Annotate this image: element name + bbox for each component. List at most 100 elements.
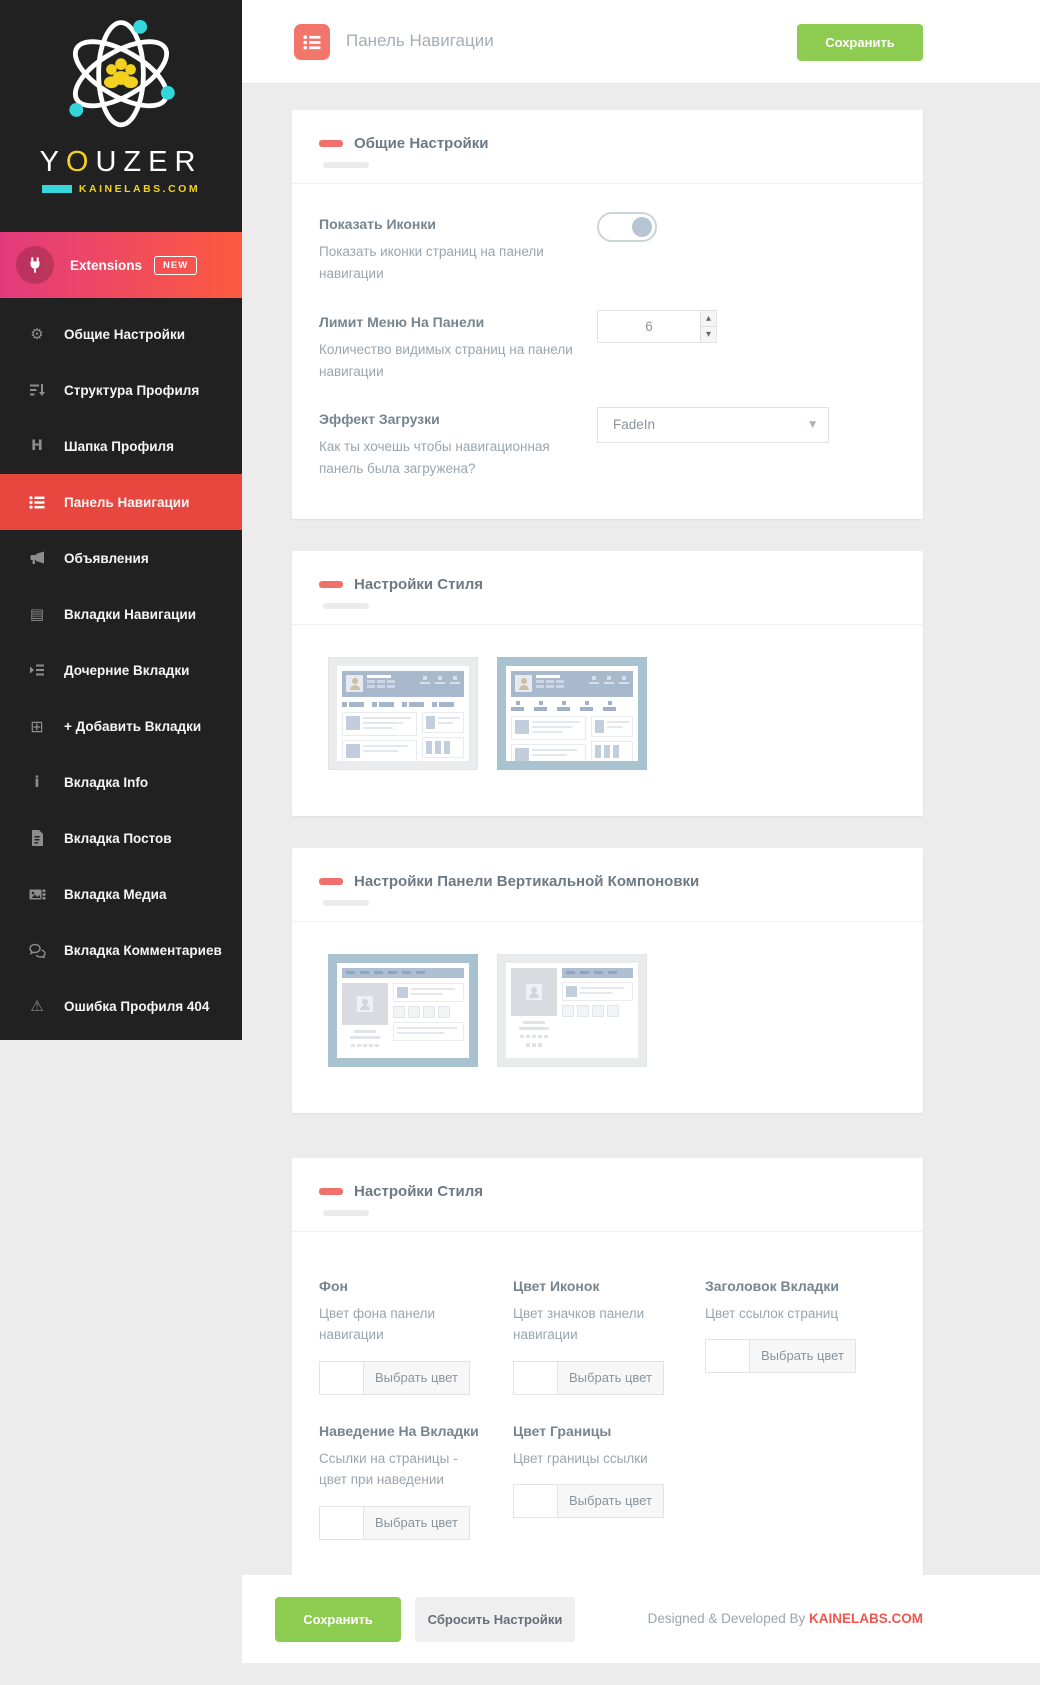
settings-content: Общие Настройки Показать Иконки Показать… [292,110,923,1592]
stepper-up-icon[interactable]: ▲ [701,311,716,327]
plug-icon [16,246,54,284]
setting-row-show-icons: Показать Иконки Показать иконки страниц … [319,188,896,286]
sidebar-item-posts-tab[interactable]: Вкладка Постов [0,810,242,866]
field-description: Как ты хочешь чтобы навигационная панель… [319,439,550,477]
sidebar-item-add-tabs[interactable]: ⊞ + Добавить Вкладки [0,698,242,754]
color-setting-tab-title: Заголовок Вкладки Цвет ссылок страниц Вы… [705,1254,896,1399]
color-setting-border: Цвет Границы Цвет границы ссылки Выбрать… [513,1399,678,1544]
section-underline [323,162,369,168]
sidebar-item-extensions[interactable]: Extensions NEW [0,232,242,298]
color-swatch[interactable] [320,1506,364,1539]
brand-name: YOUZER [39,146,203,178]
chevron-down-icon: ▼ [809,420,816,431]
background-color-picker[interactable]: Выбрать цвет [319,1360,470,1395]
sidebar-nav: ⚙ Общие Настройки Структура Профиля H Ша… [0,298,242,1034]
vertical-layout-option-top-nav-selected[interactable] [328,953,478,1067]
list-alt-icon: ▤ [29,605,45,623]
list-icon [26,495,48,510]
section-underline [323,1209,369,1216]
header-h-icon: H [31,438,43,454]
info-icon: i [34,773,40,791]
credit-line: Designed & Developed By KAINELABS.COM [647,1611,923,1626]
color-swatch[interactable] [514,1485,558,1518]
sidebar-item-404-error[interactable]: ⚠ Ошибка Профиля 404 [0,978,242,1034]
sidebar-item-general-settings[interactable]: ⚙ Общие Настройки [0,306,242,362]
color-swatch[interactable] [320,1361,364,1394]
save-button-bottom[interactable]: Сохранить [275,1597,401,1642]
youzer-logo: YOUZER KAINELABS.COM [0,0,242,232]
color-setting-icons: Цвет Иконок Цвет значков панели навигаци… [513,1254,678,1399]
page-list-icon [294,24,330,60]
brand-underline [41,185,72,193]
stepper-down-icon[interactable]: ▼ [701,327,716,342]
menu-limit-input[interactable]: 6 ▲ ▼ [597,309,717,343]
setting-row-loading-effect: Эффект Загрузки Как ты хочешь чтобы нави… [319,383,896,481]
loading-effect-select[interactable]: FadeIn ▼ [597,407,829,444]
sidebar-item-comments-tab[interactable]: Вкладка Комментариев [0,922,242,978]
toggle-knob [632,217,652,237]
layout-preview [337,962,469,1058]
border-color-picker[interactable]: Выбрать цвет [513,1484,664,1519]
sidebar-item-child-tabs[interactable]: Дочерние Вкладки [0,642,242,698]
megaphone-icon [26,550,48,566]
layout-option-stacked-nav-selected[interactable] [497,656,647,770]
sort-icon [26,382,48,398]
tab-title-color-picker[interactable]: Выбрать цвет [705,1339,856,1374]
tab-hover-color-picker[interactable]: Выбрать цвет [319,1505,470,1540]
color-setting-background: Фон Цвет фона панели навигации Выбрать ц… [319,1254,486,1399]
page-title: Панель Навигации [346,31,494,50]
sidebar-item-info-tab[interactable]: i Вкладка Info [0,754,242,810]
comments-icon [26,943,48,958]
section-title: Настройки Стиля [354,1182,483,1200]
layout-preview [506,962,638,1058]
reset-settings-button[interactable]: Сбросить Настройки [415,1597,575,1642]
style-colors-card: Настройки Стиля Фон Цвет фона панели нав… [292,1157,923,1592]
general-settings-card: Общие Настройки Показать Иконки Показать… [292,110,923,519]
sidebar-item-announcements[interactable]: Объявления [0,530,242,586]
show-icons-toggle[interactable] [597,212,657,242]
section-dash-icon [319,877,343,885]
new-badge: NEW [154,255,198,275]
section-dash-icon [319,580,343,588]
field-description: Количество видимых страниц на панели нав… [319,341,573,379]
section-dash-icon [319,1187,343,1195]
section-underline [323,899,369,906]
indent-list-icon [26,662,48,678]
section-title: Настройки Стиля [354,575,483,593]
sidebar-item-media-tab[interactable]: Вкладка Медиа [0,866,242,922]
brand-subtitle: KAINELABS.COM [78,183,201,195]
section-title: Настройки Панели Вертикальной Компоновки [354,872,700,890]
gears-icon: ⚙ [30,325,44,343]
section-dash-icon [319,140,343,147]
vertical-layout-option-side-nav[interactable] [497,953,647,1067]
sidebar: YOUZER KAINELABS.COM Extensions NEW ⚙ Об… [0,0,242,1040]
section-underline [323,602,369,609]
kainelabs-link[interactable]: KAINELABS.COM [809,1611,923,1626]
number-stepper[interactable]: ▲ ▼ [700,310,716,342]
page-header: Панель Навигации Сохранить [242,0,1040,84]
warning-icon: ⚠ [30,997,44,1015]
layout-preview [337,665,469,761]
media-icon [26,887,48,902]
icons-color-picker[interactable]: Выбрать цвет [513,1360,664,1395]
footer-bar: Сохранить Сбросить Настройки Designed & … [242,1575,1040,1663]
main-area: Панель Навигации Сохранить Общие Настрой… [242,0,1040,1663]
style-layout-card: Настройки Стиля [292,550,923,816]
field-description: Показать иконки страниц на панели навига… [319,244,544,282]
layout-option-inline-nav[interactable] [328,656,478,770]
atom-logo-icon [69,19,175,128]
layout-preview [506,665,638,761]
color-swatch[interactable] [706,1340,750,1373]
sidebar-item-profile-structure[interactable]: Структура Профиля [0,362,242,418]
save-button-top[interactable]: Сохранить [797,24,923,61]
sidebar-item-navigation-panel[interactable]: Панель Навигации [0,474,242,530]
setting-row-menu-limit: Лимит Меню На Панели Количество видимых … [319,286,896,384]
color-setting-tab-hover: Наведение На Вкладки Ссылки на страницы … [319,1399,486,1544]
file-icon [26,830,48,846]
color-swatch[interactable] [514,1361,558,1394]
sidebar-item-navigation-tabs[interactable]: ▤ Вкладки Навигации [0,586,242,642]
vertical-layout-card: Настройки Панели Вертикальной Компоновки [292,847,923,1113]
section-title: Общие Настройки [354,135,489,152]
youzer-settings-app: YOUZER KAINELABS.COM Extensions NEW ⚙ Об… [0,0,1040,1685]
sidebar-item-profile-header[interactable]: H Шапка Профиля [0,418,242,474]
